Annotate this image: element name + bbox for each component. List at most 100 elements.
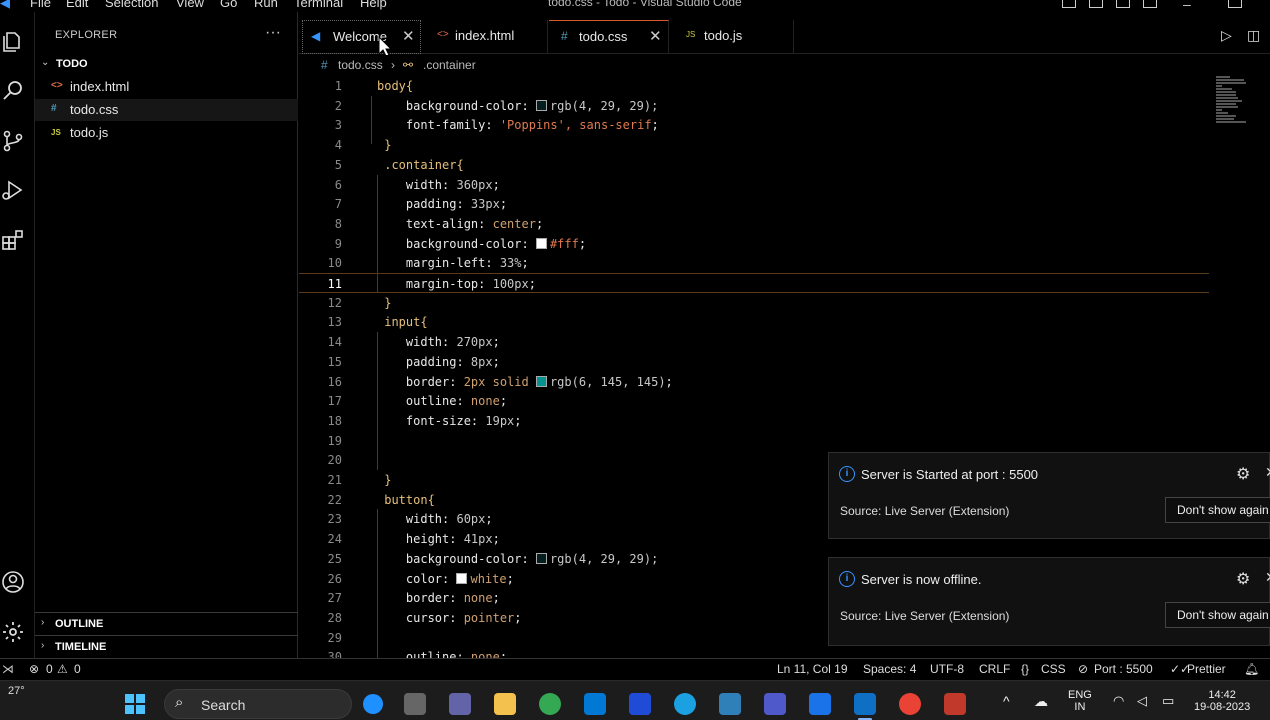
code-line[interactable]: 11 margin-top: 100px; — [299, 273, 1209, 293]
code-line[interactable]: 30 outline: none; — [299, 647, 1209, 658]
chrome-icon[interactable] — [539, 693, 561, 715]
dont-show-again-button[interactable]: Don't show again — [1165, 497, 1270, 523]
code-line[interactable]: 4 } — [299, 135, 1209, 155]
menu-edit[interactable]: Edit — [66, 0, 88, 10]
minimap[interactable] — [1216, 76, 1256, 136]
code-line[interactable]: 5 .container{ — [299, 155, 1209, 175]
chevron-up-icon[interactable]: ^ — [1003, 693, 1010, 709]
code-line[interactable]: 19 — [299, 431, 1209, 451]
search-icon[interactable] — [1, 79, 25, 103]
color-swatch[interactable] — [535, 99, 547, 111]
language-mode[interactable]: CSS — [1041, 662, 1066, 676]
folder-todo[interactable]: ⌄ TODO — [35, 56, 298, 74]
code-line[interactable]: 2 background-color: rgb(4, 29, 29); — [299, 96, 1209, 116]
clock[interactable]: 14:42 19-08-2023 — [1194, 689, 1250, 713]
code-line[interactable]: 6 width: 360px; — [299, 175, 1209, 195]
code-line[interactable]: 15 padding: 8px; — [299, 352, 1209, 372]
windows-start-icon[interactable] — [124, 693, 146, 715]
tab-todo-js[interactable]: JS todo.js — [670, 20, 794, 54]
split-editor-icon[interactable]: ◫ — [1247, 27, 1260, 44]
timeline-section[interactable]: › TIMELINE — [35, 635, 298, 657]
remote-icon[interactable]: ⋊ — [2, 662, 14, 676]
menu-selection[interactable]: Selection — [105, 0, 158, 10]
run-icon[interactable]: ▷ — [1221, 27, 1232, 44]
error-icon[interactable]: ⊗ — [29, 662, 39, 676]
vscode-taskbar-icon[interactable] — [854, 693, 876, 715]
gear-icon[interactable]: ⚙ — [1236, 569, 1250, 589]
line-ending[interactable]: CRLF — [979, 662, 1010, 676]
file-explorer-icon[interactable] — [494, 693, 516, 715]
app-icon-3[interactable] — [809, 693, 831, 715]
app-icon-4[interactable] — [944, 693, 966, 715]
code-line[interactable]: 8 text-align: center; — [299, 214, 1209, 234]
toggle-secondary-sidebar-icon[interactable] — [1116, 0, 1130, 8]
outline-section[interactable]: › OUTLINE — [35, 612, 298, 634]
teams-chat-icon[interactable] — [449, 693, 471, 715]
tab-welcome[interactable]: ◀ Welcome ✕ — [302, 20, 421, 54]
edge-icon[interactable] — [674, 693, 696, 715]
code-line[interactable]: 9 background-color: #fff; — [299, 234, 1209, 254]
live-server-port[interactable]: Port : 5500 — [1094, 662, 1153, 676]
file-item-todo-js[interactable]: JS todo.js — [35, 122, 298, 144]
toggle-panel-icon[interactable] — [1089, 0, 1103, 8]
maximize-icon[interactable] — [1228, 0, 1242, 8]
dont-show-again-button[interactable]: Don't show again — [1165, 602, 1270, 628]
indentation[interactable]: Spaces: 4 — [863, 662, 916, 676]
warning-count[interactable]: 0 — [74, 662, 81, 676]
source-control-icon[interactable] — [1, 129, 25, 153]
code-line[interactable]: 18 font-size: 19px; — [299, 411, 1209, 431]
language-indicator[interactable]: ENG IN — [1068, 689, 1092, 713]
weather-temperature[interactable]: 27° — [8, 685, 25, 697]
color-swatch[interactable] — [535, 375, 547, 387]
extensions-icon[interactable] — [1, 228, 25, 252]
bing-icon[interactable] — [363, 694, 383, 714]
menu-run[interactable]: Run — [254, 0, 278, 10]
manage-gear-icon[interactable] — [1, 620, 25, 644]
file-item-todo-css[interactable]: # todo.css — [35, 99, 298, 121]
close-icon[interactable]: ✕ — [649, 27, 662, 45]
menu-go[interactable]: Go — [220, 0, 237, 10]
battery-icon[interactable]: ▭ — [1162, 693, 1174, 709]
error-count[interactable]: 0 — [46, 662, 53, 676]
gear-icon[interactable]: ⚙ — [1236, 464, 1250, 484]
code-line[interactable]: 3 font-family: 'Poppins', sans-serif; — [299, 115, 1209, 135]
vscode-logo-icon[interactable]: ◀ — [0, 0, 10, 11]
code-line[interactable]: 12 } — [299, 293, 1209, 313]
close-icon[interactable]: ✕ — [1265, 464, 1270, 481]
code-line[interactable]: 13 input{ — [299, 312, 1209, 332]
code-line[interactable]: 7 padding: 33px; — [299, 194, 1209, 214]
cursor-position[interactable]: Ln 11, Col 19 — [777, 662, 848, 676]
tab-index-html[interactable]: <> index.html — [422, 20, 548, 54]
prettier-status[interactable]: Prettier — [1187, 662, 1226, 676]
menu-file[interactable]: File — [30, 0, 51, 10]
menu-help[interactable]: Help — [360, 0, 387, 10]
notifications-bell-icon[interactable]: 🔔︎ — [1244, 662, 1259, 676]
taskbar-search[interactable]: ⌕ Search — [164, 689, 383, 719]
encoding[interactable]: UTF-8 — [930, 662, 964, 676]
run-debug-icon[interactable] — [1, 178, 25, 202]
wifi-icon[interactable]: ◠ — [1113, 693, 1124, 709]
account-icon[interactable] — [1, 570, 25, 594]
close-icon[interactable]: ✕ — [1265, 569, 1270, 586]
teams-icon[interactable] — [764, 693, 786, 715]
breadcrumb-file[interactable]: todo.css — [338, 58, 383, 72]
onedrive-icon[interactable]: ☁ — [1034, 693, 1048, 710]
customize-layout-icon[interactable] — [1143, 0, 1157, 8]
color-swatch[interactable] — [535, 237, 547, 249]
code-line[interactable]: 10 margin-left: 33%; — [299, 253, 1209, 273]
app-icon-2[interactable] — [719, 693, 741, 715]
toggle-sidebar-icon[interactable] — [1062, 0, 1076, 8]
explorer-icon[interactable] — [1, 30, 25, 54]
color-swatch[interactable] — [456, 572, 468, 584]
task-view-icon[interactable] — [404, 693, 426, 715]
app-icon[interactable] — [629, 693, 651, 715]
volume-icon[interactable]: ◁ — [1137, 693, 1147, 709]
menu-terminal[interactable]: Terminal — [294, 0, 343, 10]
minimize-icon[interactable]: – — [1183, 0, 1191, 12]
code-line[interactable]: 14 width: 270px; — [299, 332, 1209, 352]
code-line[interactable]: 16 border: 2px solid rgb(6, 145, 145); — [299, 372, 1209, 392]
color-swatch[interactable] — [535, 552, 547, 564]
more-actions-icon[interactable]: ··· — [265, 24, 281, 42]
code-line[interactable]: 17 outline: none; — [299, 391, 1209, 411]
tab-todo-css[interactable]: # todo.css ✕ — [549, 20, 669, 54]
